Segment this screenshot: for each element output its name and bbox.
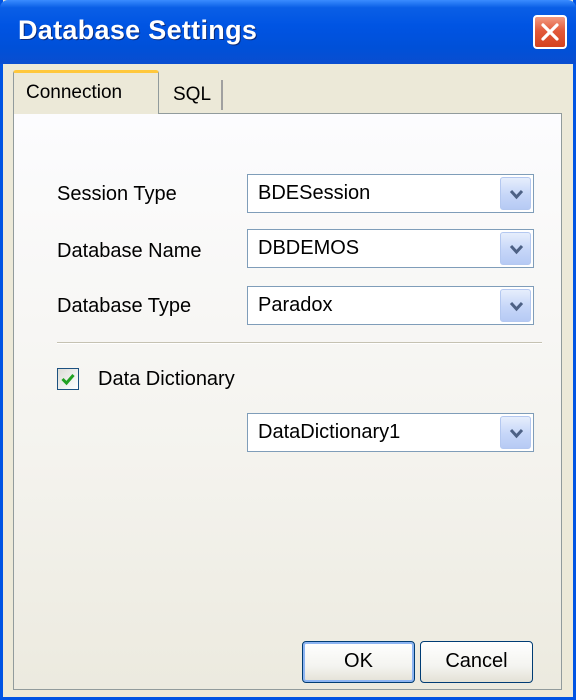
database-type-label: Database Type <box>57 295 192 317</box>
database-type-value: Paradox <box>258 294 333 316</box>
database-type-select[interactable]: Paradox <box>247 286 534 325</box>
tab-connection[interactable]: Connection <box>13 70 159 114</box>
title-bar[interactable]: Database Settings <box>0 0 576 64</box>
section-divider <box>57 342 542 344</box>
chevron-down-icon <box>509 244 524 255</box>
session-type-select[interactable]: BDESession <box>247 174 534 213</box>
database-type-dropdown-button[interactable] <box>500 289 531 322</box>
chevron-down-icon <box>509 428 524 439</box>
tab-connection-label: Connection <box>26 82 123 103</box>
tab-sql[interactable]: SQL <box>163 80 223 110</box>
cancel-button[interactable]: Cancel <box>420 641 533 683</box>
data-dictionary-select[interactable]: DataDictionary1 <box>247 413 534 452</box>
close-icon <box>541 23 559 41</box>
session-type-value: BDESession <box>258 182 371 204</box>
database-name-label: Database Name <box>57 240 202 262</box>
session-type-dropdown-button[interactable] <box>500 177 531 210</box>
ok-button[interactable]: OK <box>302 641 415 683</box>
database-settings-dialog: Database Settings Connection SQL Session… <box>0 0 576 700</box>
close-button[interactable] <box>533 15 567 49</box>
window-title: Database Settings <box>18 15 258 45</box>
checkmark-icon <box>61 374 75 386</box>
chevron-down-icon <box>509 301 524 312</box>
chevron-down-icon <box>509 189 524 200</box>
session-type-label: Session Type <box>57 183 177 205</box>
data-dictionary-checkbox[interactable] <box>57 368 79 390</box>
data-dictionary-dropdown-button[interactable] <box>500 416 531 449</box>
database-name-dropdown-button[interactable] <box>500 232 531 265</box>
tab-sql-label: SQL <box>173 84 212 105</box>
data-dictionary-value: DataDictionary1 <box>258 421 401 443</box>
database-name-value: DBDEMOS <box>258 237 360 259</box>
data-dictionary-label[interactable]: Data Dictionary <box>98 368 235 391</box>
database-name-select[interactable]: DBDEMOS <box>247 229 534 268</box>
